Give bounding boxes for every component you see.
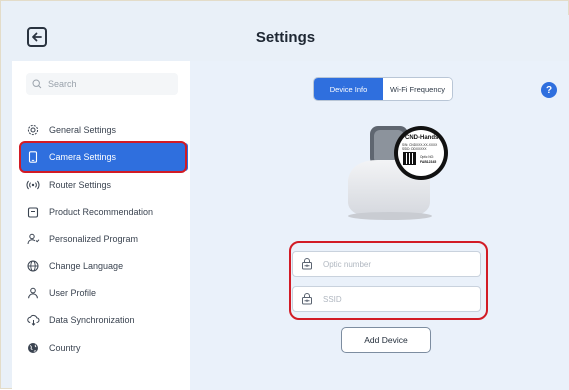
search-placeholder: Search (48, 79, 77, 89)
sidebar-item-label: General Settings (49, 125, 117, 135)
app-window: Settings Search General Settings Camera … (0, 0, 569, 390)
sidebar-item-label: Data Synchronization (49, 315, 135, 325)
bag-icon (24, 205, 42, 219)
sidebar-item-camera-settings[interactable]: Camera Settings (20, 143, 188, 171)
signal-icon (24, 178, 42, 192)
cloud-sync-icon (24, 313, 42, 327)
header: Settings (1, 15, 569, 61)
help-button[interactable]: ? (541, 82, 557, 98)
device-ssid-text: SSID: DDXXXXX (402, 147, 427, 151)
sidebar: Search General Settings Camera Settings … (12, 61, 190, 390)
person-star-icon (24, 232, 42, 246)
page-title: Settings (255, 29, 316, 46)
gear-icon (24, 123, 42, 137)
device-illustration: CND-Handset S/N: CNDXXX-XX-XXXX SSID: DD… (340, 122, 452, 222)
sidebar-item-label: Country (49, 343, 81, 353)
sidebar-item-label: User Profile (49, 288, 97, 298)
qr-code-icon (403, 152, 416, 165)
sidebar-item-data-synchronization[interactable]: Data Synchronization (20, 306, 188, 334)
optic-no-label: Optic NO: (420, 155, 434, 159)
arrow-left-icon (32, 32, 42, 42)
device-brand-text: CND-Handset (405, 135, 444, 141)
optic-no-value: FAB12345 (420, 160, 437, 164)
sidebar-item-product-recommendation[interactable]: Product Recommendation (20, 198, 188, 226)
sidebar-item-label: Router Settings (49, 180, 112, 190)
back-button[interactable] (27, 27, 47, 47)
device-label-sticker: CND-Handset S/N: CNDXXX-XX-XXXX SSID: DD… (394, 126, 448, 180)
sidebar-item-router-settings[interactable]: Router Settings (20, 171, 188, 199)
sidebar-item-label: Personalized Program (49, 234, 139, 244)
sidebar-item-user-profile[interactable]: User Profile (20, 279, 188, 307)
phone-icon (24, 150, 42, 164)
tab-device-info[interactable]: Device Info (314, 78, 383, 100)
ssid-field[interactable]: SSID (292, 286, 481, 312)
sidebar-item-personalized-program[interactable]: Personalized Program (20, 225, 188, 253)
search-input[interactable]: Search (26, 73, 178, 95)
sidebar-item-general-settings[interactable]: General Settings (20, 116, 188, 144)
main-panel: Device Info Wi-Fi Frequency ? CND-Handse… (190, 61, 569, 390)
sidebar-item-label: Product Recommendation (49, 207, 154, 217)
optic-number-placeholder: Optic number (323, 259, 372, 269)
sidebar-item-change-language[interactable]: Change Language (20, 252, 188, 280)
sidebar-item-label: Change Language (49, 261, 124, 271)
lock-grid-icon (302, 293, 312, 305)
optic-number-field[interactable]: Optic number (292, 251, 481, 277)
sidebar-item-label: Camera Settings (49, 152, 117, 162)
search-icon (32, 79, 42, 89)
tab-group: Device Info Wi-Fi Frequency (313, 77, 453, 101)
lock-grid-icon (302, 258, 312, 270)
add-device-button[interactable]: Add Device (341, 327, 431, 353)
globe-filled-icon (24, 341, 42, 355)
tab-wifi-frequency[interactable]: Wi-Fi Frequency (383, 78, 452, 100)
globe-icon (24, 259, 42, 273)
sidebar-item-country[interactable]: Country (20, 334, 188, 362)
ssid-placeholder: SSID (323, 294, 342, 304)
user-icon (24, 286, 42, 300)
